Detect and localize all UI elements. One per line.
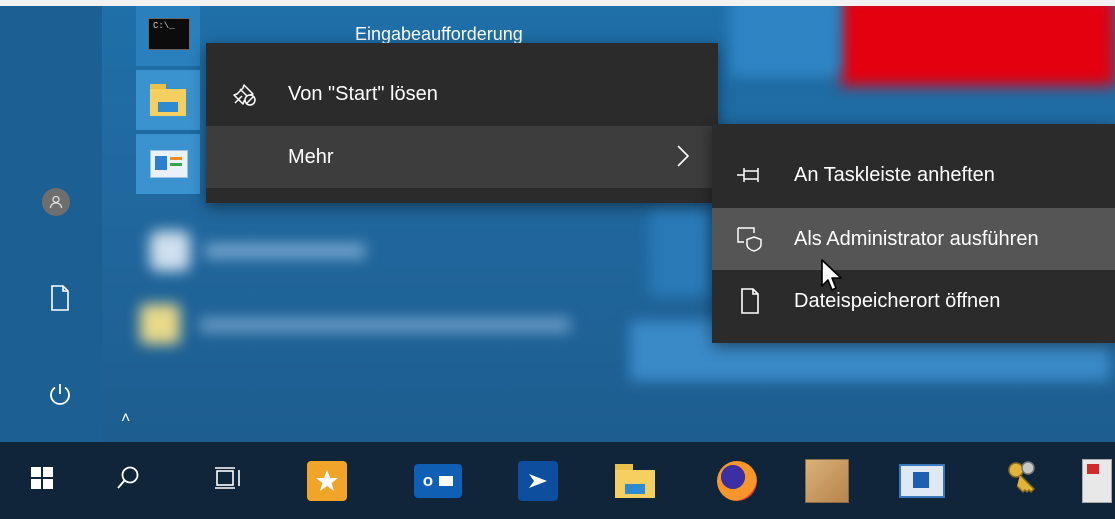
user-avatar[interactable]	[38, 184, 74, 220]
tile-label: Eingabeaufforderung	[355, 24, 523, 44]
blurred-app-icon	[140, 304, 180, 344]
chevron-right-icon	[676, 144, 690, 174]
file-icon	[736, 287, 764, 315]
taskbar-app-button[interactable]	[285, 442, 369, 519]
unpin-from-start-item[interactable]: Von "Start" lösen	[206, 63, 718, 125]
start-left-rail	[0, 6, 102, 442]
power-icon[interactable]	[42, 376, 78, 412]
taskbar-app-button[interactable]	[785, 442, 869, 519]
user-icon	[42, 188, 70, 216]
outlook-button[interactable]: o	[396, 442, 480, 519]
taskbar-app-button[interactable]	[880, 442, 964, 519]
taskbar-app-button[interactable]	[496, 442, 580, 519]
app-icon	[1082, 458, 1112, 503]
outlook-letter: o	[422, 470, 434, 490]
menu-item-label: Mehr	[288, 145, 334, 168]
windows-start-icon	[31, 467, 53, 494]
search-icon	[116, 465, 140, 496]
file-explorer-icon	[615, 463, 655, 498]
mouse-cursor-icon	[820, 258, 844, 299]
command-prompt-icon: C:\_	[148, 18, 190, 50]
file-explorer-tile[interactable]	[136, 70, 200, 130]
menu-item-label: Von "Start" lösen	[288, 82, 438, 105]
start-button[interactable]	[0, 442, 84, 519]
folder-icon	[150, 84, 186, 116]
firefox-button[interactable]	[695, 442, 779, 519]
blurred-tile	[650, 206, 710, 296]
app-icon	[518, 460, 558, 501]
blurred-red-tile	[840, 6, 1115, 86]
search-button[interactable]	[86, 442, 170, 519]
open-file-location-item[interactable]: Dateispeicherort öffnen	[712, 270, 1115, 332]
admin-shield-icon	[736, 225, 764, 253]
app-icon	[307, 460, 347, 501]
blurred-text	[205, 244, 365, 258]
more-submenu: An Taskleiste anheften Als Administrator…	[712, 124, 1115, 343]
documents-icon[interactable]	[42, 280, 78, 316]
pin-to-taskbar-item[interactable]: An Taskleiste anheften	[712, 144, 1115, 206]
control-panel-icon	[150, 150, 188, 178]
control-panel-tile[interactable]	[136, 134, 200, 194]
collapse-chevron-icon[interactable]: ˄	[121, 410, 130, 428]
blurred-text	[200, 318, 570, 332]
more-submenu-item[interactable]: Mehr	[206, 126, 718, 188]
run-as-admin-item[interactable]: Als Administrator ausführen	[712, 208, 1115, 270]
blurred-tile	[730, 6, 840, 76]
keys-icon	[1004, 458, 1044, 503]
taskbar: o	[0, 442, 1115, 519]
app-icon	[805, 458, 849, 503]
menu-item-label: An Taskleiste anheften	[794, 163, 995, 186]
taskbar-app-button[interactable]	[1082, 442, 1115, 519]
task-view-icon	[214, 466, 242, 495]
app-icon	[899, 463, 945, 498]
command-prompt-tile[interactable]: C:\_ Eingabeaufforderung	[136, 6, 523, 66]
blurred-app-icon	[150, 231, 190, 271]
firefox-icon	[717, 460, 757, 501]
tile-context-menu: Von "Start" lösen Mehr	[206, 43, 718, 203]
taskbar-app-button[interactable]	[982, 442, 1066, 519]
task-view-button[interactable]	[186, 442, 270, 519]
pin-icon	[736, 161, 764, 189]
unpin-icon	[230, 80, 258, 108]
menu-item-label: Als Administrator ausführen	[794, 227, 1039, 250]
outlook-icon: o	[414, 463, 462, 498]
file-explorer-button[interactable]	[593, 442, 677, 519]
